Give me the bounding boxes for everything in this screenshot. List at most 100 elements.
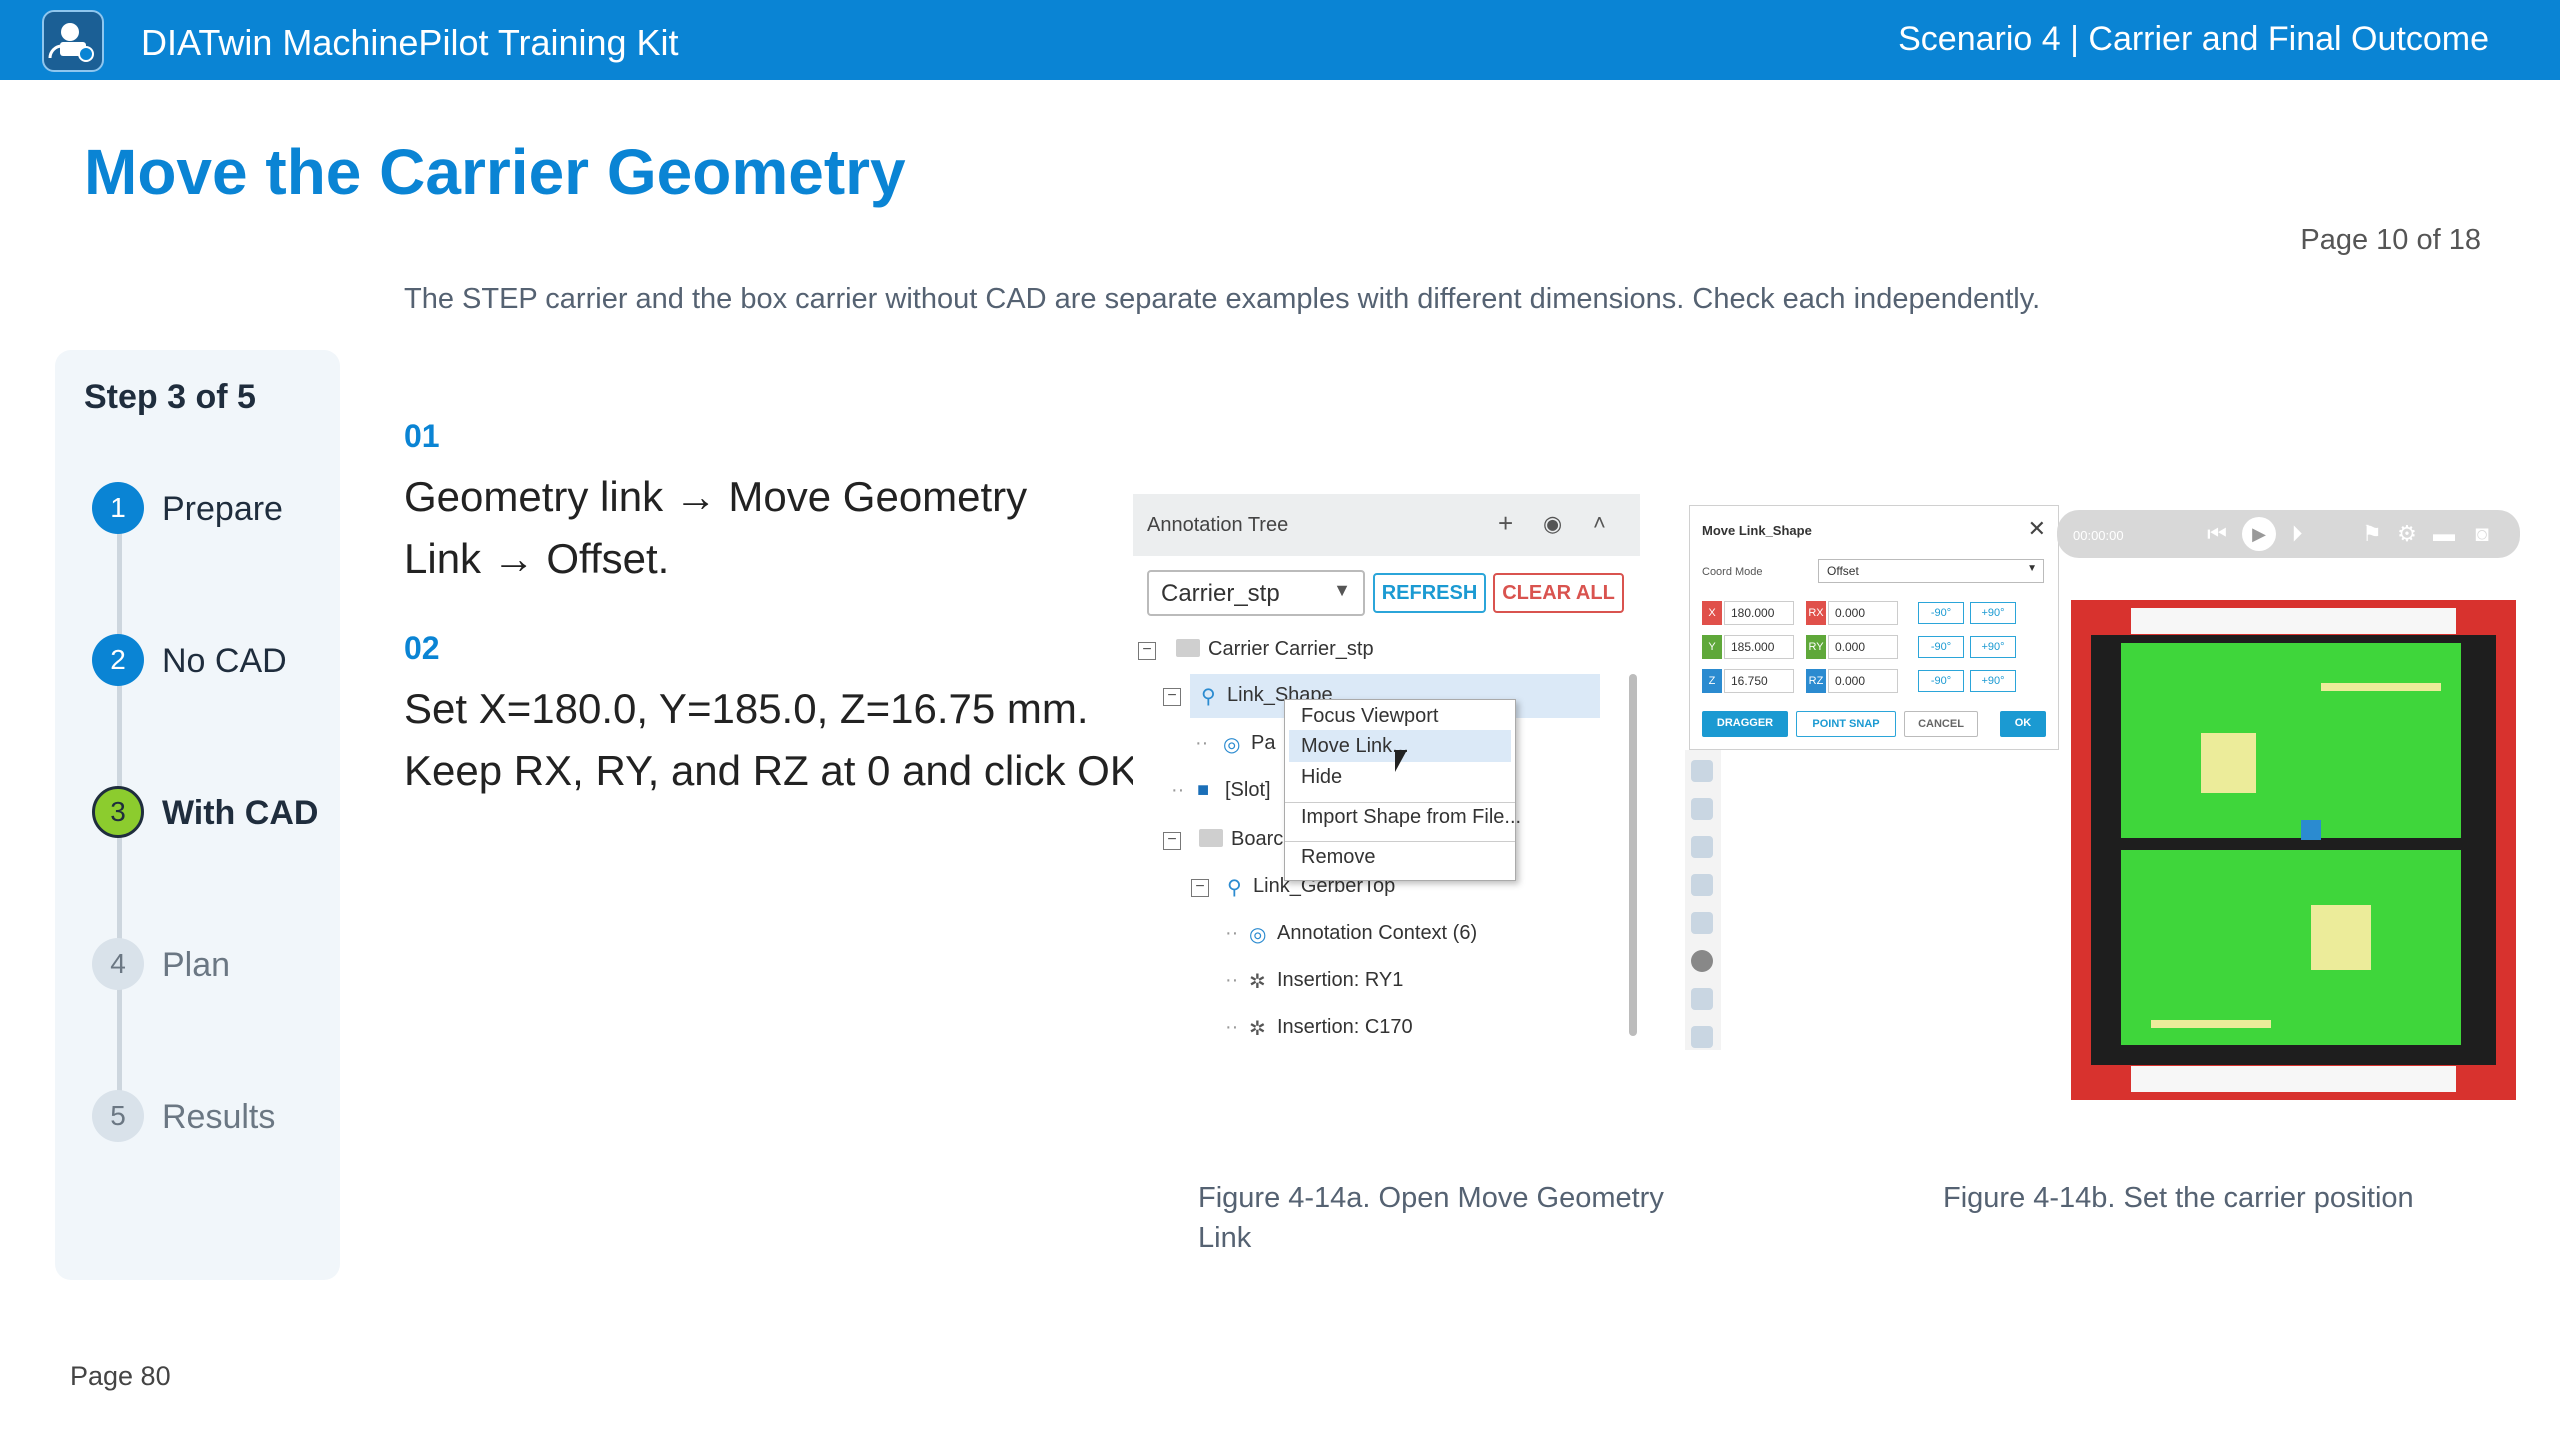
rotate-plus-90-button[interactable]: +90° — [1970, 636, 2016, 658]
add-icon[interactable]: + — [1498, 508, 1513, 539]
point-snap-button[interactable]: POINT SNAP — [1796, 711, 1896, 737]
tree-node-label: Pa — [1251, 732, 1276, 754]
folder-icon — [1176, 639, 1200, 657]
caret-down-icon: ▼ — [2027, 563, 2037, 574]
tree-dots: ·· — [1195, 732, 1209, 754]
rz-value[interactable]: 0.000 — [1828, 669, 1898, 693]
rx-value[interactable]: 0.000 — [1828, 601, 1898, 625]
ok-button[interactable]: OK — [2000, 711, 2046, 737]
collapse-icon[interactable]: − — [1163, 688, 1181, 706]
clear-all-button[interactable]: CLEAR ALL — [1493, 573, 1624, 613]
grid-icon[interactable] — [1691, 874, 1713, 896]
refresh-button[interactable]: REFRESH — [1373, 573, 1486, 613]
coord-mode-select[interactable]: Offset ▼ — [1818, 559, 2044, 583]
step-label: Prepare — [162, 490, 283, 528]
fit-view-icon[interactable] — [1691, 760, 1713, 782]
rotate-plus-90-button[interactable]: +90° — [1970, 670, 2016, 692]
model-dropdown[interactable]: Carrier_stp ▼ — [1147, 570, 1365, 616]
ry-value[interactable]: 0.000 — [1828, 635, 1898, 659]
tree-node-label: Annotation Context (6) — [1277, 922, 1478, 944]
menu-item-focus-viewport[interactable]: Focus Viewport — [1301, 705, 1438, 728]
tree-dots: ·· — [1225, 969, 1239, 991]
component-icon: ✲ — [1249, 971, 1266, 993]
step-number: 1 — [92, 482, 144, 534]
zoom-icon[interactable] — [1691, 836, 1713, 858]
dragger-handle-icon[interactable] — [2301, 820, 2321, 840]
close-icon[interactable]: ✕ — [2028, 516, 2046, 542]
collapse-icon[interactable]: − — [1138, 642, 1156, 660]
pcb-component — [2201, 733, 2256, 793]
orbit-icon[interactable] — [1691, 988, 1713, 1010]
menu-divider — [1285, 802, 1515, 803]
target-icon: ◎ — [1249, 924, 1267, 946]
instruction-number: 02 — [404, 630, 440, 666]
carrier-rail — [2131, 608, 2456, 634]
eye-icon[interactable]: ◉ — [1543, 511, 1562, 537]
figure-move-link-dialog: Move Link_Shape ✕ Coord Mode Offset ▼ X … — [1685, 505, 2520, 1105]
y-value[interactable]: 185.000 — [1724, 635, 1794, 659]
step-forward-icon[interactable]: ⏵ — [2282, 520, 2312, 548]
step-label: With CAD — [162, 794, 319, 832]
z-value[interactable]: 16.750 — [1724, 669, 1794, 693]
caption-line: Figure 4-14a. Open Move Geometry — [1198, 1182, 1664, 1214]
tree-node-label: Carrier Carrier_stp — [1208, 638, 1374, 660]
coord-mode-value: Offset — [1827, 564, 1859, 578]
caret-down-icon: ▼ — [1333, 580, 1351, 600]
axis-tag: Y — [1702, 635, 1722, 659]
camera-icon[interactable]: ◙ — [2467, 520, 2497, 548]
link-icon: ⚲ — [1227, 877, 1242, 899]
video-icon[interactable]: ▬ — [2429, 520, 2459, 548]
axes-icon[interactable] — [1691, 912, 1713, 934]
skip-back-icon[interactable]: ⏮ — [2202, 520, 2232, 548]
figure-a-caption: Figure 4-14a. Open Move Geometry Link — [1198, 1178, 1664, 1258]
rotate-minus-90-button[interactable]: -90° — [1918, 602, 1964, 624]
material-sphere-icon[interactable] — [1691, 950, 1713, 972]
tree-node-label: [Slot] — [1225, 779, 1271, 801]
link-icon: ⚲ — [1201, 686, 1216, 708]
pcb-board-top — [2121, 643, 2461, 838]
rotate-plus-90-button[interactable]: +90° — [1970, 602, 2016, 624]
collapse-icon[interactable]: − — [1163, 832, 1181, 850]
intro-note: The STEP carrier and the box carrier wit… — [404, 283, 2041, 315]
page-title: Move the Carrier Geometry — [84, 136, 906, 208]
menu-item-import-shape[interactable]: Import Shape from File... — [1301, 806, 1521, 829]
focus-icon[interactable] — [1691, 1026, 1713, 1048]
tree-node-label: Insertion: RY1 — [1277, 969, 1404, 991]
pcb-component — [2311, 905, 2371, 970]
dragger-button[interactable]: DRAGGER — [1702, 711, 1788, 737]
instruction-text: Geometry link → Move Geometry Link → Off… — [404, 466, 1027, 590]
figure-annotation-tree: Annotation Tree + ◉ ˄ Carrier_stp ▼ REFR… — [1133, 494, 1640, 1044]
pcb-board-bottom — [2121, 850, 2461, 1045]
folder-icon — [1199, 829, 1223, 847]
viewer-toolbar — [1685, 750, 1721, 1050]
context-menu: Focus Viewport Move Link... Hide Import … — [1284, 699, 1521, 881]
instruction-text: Set X=180.0, Y=185.0, Z=16.75 mm. Keep R… — [404, 678, 1150, 802]
menu-item-move-link[interactable]: Move Link... — [1301, 735, 1409, 758]
x-value[interactable]: 180.000 — [1724, 601, 1794, 625]
menu-divider — [1285, 841, 1515, 842]
settings-icon[interactable]: ⚙ — [2392, 520, 2422, 548]
menu-item-remove[interactable]: Remove — [1301, 846, 1375, 869]
chevron-up-icon[interactable]: ˄ — [1593, 510, 1606, 536]
cancel-button[interactable]: CANCEL — [1904, 711, 1978, 737]
component-icon: ✲ — [1249, 1018, 1266, 1040]
cube-icon: ■ — [1197, 779, 1210, 801]
carrier-3d-viewport[interactable] — [2071, 600, 2516, 1100]
collapse-icon[interactable]: − — [1191, 879, 1209, 897]
network-icon[interactable]: ⚑ — [2357, 520, 2387, 548]
panel-header: Annotation Tree + ◉ ˄ — [1133, 494, 1640, 556]
tree-scrollbar[interactable] — [1629, 674, 1637, 1036]
tree-node-label: Insertion: C170 — [1277, 1016, 1413, 1038]
zoom-selection-icon[interactable] — [1691, 798, 1713, 820]
dropdown-value: Carrier_stp — [1161, 580, 1280, 607]
rotate-minus-90-button[interactable]: -90° — [1918, 670, 1964, 692]
instruction-line: Keep RX, RY, and RZ at 0 and click OK. — [404, 747, 1150, 794]
play-icon[interactable]: ▶ — [2242, 517, 2276, 551]
tree-dots: ·· — [1171, 779, 1185, 801]
menu-item-hide[interactable]: Hide — [1301, 766, 1342, 789]
panel-title: Annotation Tree — [1147, 514, 1289, 536]
step-number: 4 — [92, 938, 144, 990]
axis-tag: RZ — [1806, 669, 1826, 693]
playback-bar: 00:00:00 ⏮ ▶ ⏵ ⚑ ⚙ ▬ ◙ — [2057, 510, 2520, 558]
rotate-minus-90-button[interactable]: -90° — [1918, 636, 1964, 658]
